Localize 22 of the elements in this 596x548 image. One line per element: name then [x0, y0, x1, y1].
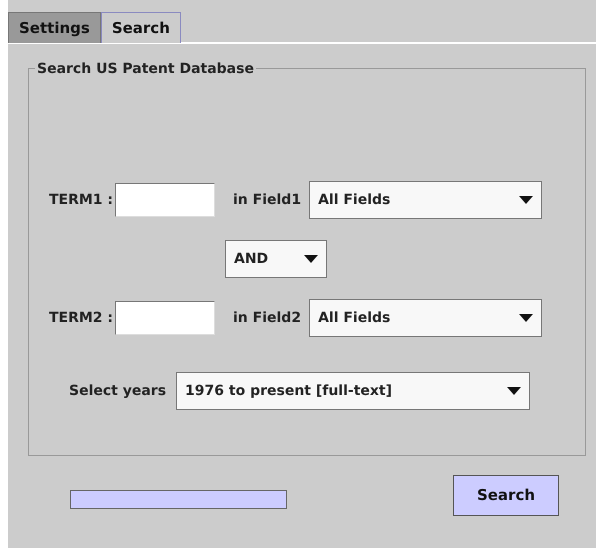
dropdown[interactable]: All Fields [309, 299, 542, 337]
dropdown[interactable]: All Fields [309, 181, 542, 219]
dropdown-arrow-icon [507, 387, 522, 395]
term-input-field[interactable] [115, 301, 215, 335]
tab[interactable]: Search [100, 12, 181, 43]
term-input-field[interactable] [115, 183, 215, 217]
dropdown-arrow-icon [519, 314, 534, 322]
tab[interactable]: Settings [8, 12, 101, 43]
dropdown[interactable]: 1976 to present [full-text] [176, 372, 530, 410]
field-label: in Field2 [233, 308, 302, 328]
term-label: TERM1 : [48, 190, 114, 210]
search-button[interactable]: Search [453, 475, 559, 516]
dropdown[interactable]: AND [225, 240, 327, 278]
dropdown-value: AND [234, 250, 268, 268]
field-label: in Field1 [233, 190, 302, 210]
dropdown-value: All Fields [318, 308, 390, 328]
dropdown-value: 1976 to present [full-text] [185, 382, 392, 400]
years-label: Select years [69, 382, 166, 400]
dropdown-arrow-icon [304, 255, 318, 263]
term-label: TERM2 : [48, 308, 114, 328]
dropdown-arrow-icon [519, 196, 534, 204]
dropdown-value: All Fields [318, 190, 390, 210]
